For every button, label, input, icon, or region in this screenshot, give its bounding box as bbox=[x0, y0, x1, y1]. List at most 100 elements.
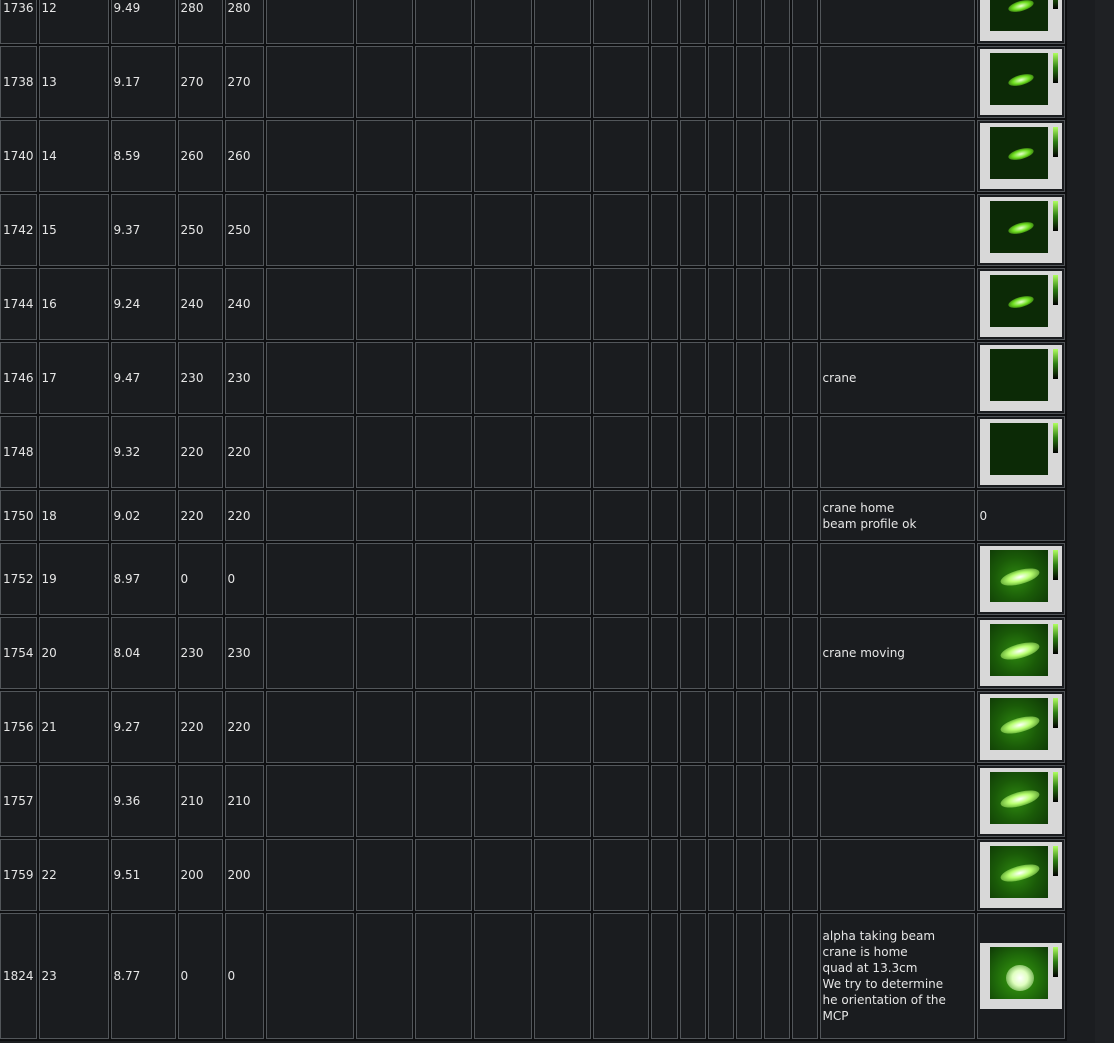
empty-cell bbox=[533, 765, 591, 837]
colorbar bbox=[1052, 846, 1058, 876]
empty-cell bbox=[533, 617, 591, 689]
empty-cell bbox=[414, 194, 472, 266]
run-number-cell: 1824 bbox=[0, 913, 37, 1039]
empty-cell bbox=[473, 913, 532, 1039]
setting-a-cell: 250 bbox=[177, 194, 223, 266]
empty-cell bbox=[763, 543, 790, 615]
empty-cell bbox=[763, 0, 790, 44]
empty-cell bbox=[650, 342, 678, 414]
colorbar bbox=[1052, 947, 1058, 977]
empty-cell bbox=[265, 490, 354, 541]
empty-cell bbox=[414, 543, 472, 615]
empty-cell bbox=[533, 46, 591, 118]
setting-a-cell: 200 bbox=[177, 839, 223, 911]
empty-cell bbox=[791, 416, 818, 488]
empty-cell bbox=[679, 0, 706, 44]
beam-profile-thumbnail[interactable] bbox=[979, 49, 1062, 115]
table-row: 1750 18 9.02 220 220 crane home beam profile … bbox=[0, 490, 1065, 541]
empty-cell bbox=[763, 913, 790, 1039]
index-cell: 18 bbox=[38, 490, 109, 541]
empty-cell bbox=[735, 913, 762, 1039]
run-number-cell: 1740 bbox=[0, 120, 37, 192]
empty-cell bbox=[265, 0, 354, 44]
empty-cell bbox=[355, 120, 413, 192]
beam-profile-thumbnail[interactable] bbox=[979, 0, 1062, 41]
index-cell bbox=[38, 416, 109, 488]
setting-a-cell: 260 bbox=[177, 120, 223, 192]
empty-cell bbox=[533, 839, 591, 911]
empty-cell bbox=[763, 839, 790, 911]
comment-cell bbox=[819, 543, 975, 615]
thumbnail-cell bbox=[976, 543, 1065, 615]
beam-profile-thumbnail[interactable] bbox=[979, 768, 1062, 834]
empty-cell bbox=[355, 617, 413, 689]
empty-cell bbox=[473, 543, 532, 615]
comment-cell bbox=[819, 416, 975, 488]
beam-profile-thumbnail[interactable] bbox=[979, 197, 1062, 263]
empty-cell bbox=[592, 46, 649, 118]
empty-cell bbox=[650, 120, 678, 192]
empty-cell bbox=[592, 342, 649, 414]
setting-b-cell: 250 bbox=[224, 194, 264, 266]
beam-profile-thumbnail[interactable] bbox=[979, 620, 1062, 686]
colorbar bbox=[1052, 349, 1058, 379]
beam-profile-thumbnail[interactable] bbox=[979, 123, 1062, 189]
beam-profile-thumbnail[interactable] bbox=[979, 419, 1062, 485]
beam-image bbox=[989, 624, 1048, 676]
beam-profile-thumbnail[interactable] bbox=[979, 345, 1062, 411]
empty-cell bbox=[791, 268, 818, 340]
run-number-cell: 1756 bbox=[0, 691, 37, 763]
empty-cell bbox=[265, 617, 354, 689]
empty-cell bbox=[592, 839, 649, 911]
beam-image bbox=[989, 772, 1048, 824]
empty-cell bbox=[592, 0, 649, 44]
empty-cell bbox=[707, 765, 734, 837]
empty-cell bbox=[679, 342, 706, 414]
setting-a-cell: 0 bbox=[177, 913, 223, 1039]
empty-cell bbox=[763, 765, 790, 837]
table-row: 1759 22 9.51 200 200 bbox=[0, 839, 1065, 911]
empty-cell bbox=[592, 120, 649, 192]
setting-a-cell: 230 bbox=[177, 342, 223, 414]
run-log-table: 1736 12 9.49 280 280 1738 13 9.17 270 270 1740 14 8.… bbox=[0, 0, 1067, 1041]
empty-cell bbox=[592, 268, 649, 340]
table-row: 1742 15 9.37 250 250 bbox=[0, 194, 1065, 266]
empty-cell bbox=[533, 691, 591, 763]
empty-cell bbox=[650, 765, 678, 837]
empty-cell bbox=[679, 691, 706, 763]
empty-cell bbox=[791, 617, 818, 689]
thumbnail-cell bbox=[976, 617, 1065, 689]
empty-cell bbox=[592, 691, 649, 763]
empty-cell bbox=[265, 416, 354, 488]
index-cell: 17 bbox=[38, 342, 109, 414]
empty-cell bbox=[735, 268, 762, 340]
beam-profile-thumbnail[interactable] bbox=[979, 694, 1062, 760]
empty-cell bbox=[355, 416, 413, 488]
index-cell: 14 bbox=[38, 120, 109, 192]
comment-cell bbox=[819, 0, 975, 44]
empty-cell bbox=[763, 617, 790, 689]
comment-cell: crane moving bbox=[819, 617, 975, 689]
empty-cell bbox=[355, 342, 413, 414]
setting-a-cell: 240 bbox=[177, 268, 223, 340]
empty-cell bbox=[791, 913, 818, 1039]
setting-b-cell: 220 bbox=[224, 416, 264, 488]
empty-cell bbox=[414, 765, 472, 837]
index-cell: 19 bbox=[38, 543, 109, 615]
beam-profile-thumbnail[interactable] bbox=[979, 943, 1062, 1009]
thumbnail-cell bbox=[976, 342, 1065, 414]
table-row: 1738 13 9.17 270 270 bbox=[0, 46, 1065, 118]
empty-cell bbox=[355, 0, 413, 44]
beam-image bbox=[989, 423, 1048, 475]
beam-profile-thumbnail[interactable] bbox=[979, 842, 1062, 908]
comment-cell bbox=[819, 268, 975, 340]
empty-cell bbox=[473, 617, 532, 689]
setting-a-cell: 280 bbox=[177, 0, 223, 44]
empty-cell bbox=[791, 46, 818, 118]
empty-cell bbox=[473, 839, 532, 911]
empty-cell bbox=[265, 913, 354, 1039]
value-cell: 9.32 bbox=[110, 416, 176, 488]
beam-profile-thumbnail[interactable] bbox=[979, 271, 1062, 337]
thumbnail-cell bbox=[976, 691, 1065, 763]
beam-profile-thumbnail[interactable] bbox=[979, 546, 1062, 612]
